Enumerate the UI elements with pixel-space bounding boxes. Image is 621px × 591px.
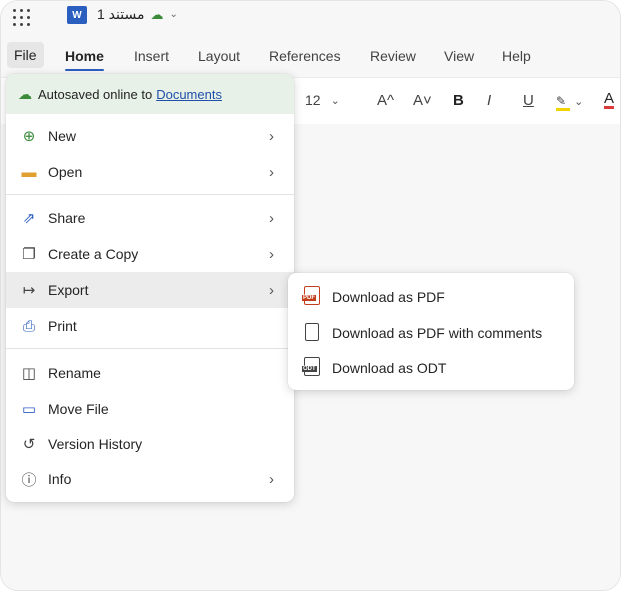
menu-item-create-copy[interactable]: ❐ Create a Copy › (6, 236, 294, 272)
menu-item-label: Rename (48, 365, 101, 381)
info-icon: ⓘ (21, 471, 37, 489)
menu-item-new[interactable]: ⊕ New › (6, 118, 294, 154)
submenu-item-label: Download as PDF with comments (332, 325, 543, 341)
tab-insert[interactable]: Insert (134, 48, 169, 64)
shrink-font-button[interactable]: A˅ (413, 92, 432, 109)
share-icon: ⇗ (22, 210, 36, 227)
menu-item-label: Share (48, 210, 86, 226)
chevron-right-icon: › (269, 281, 274, 299)
chevron-down-icon: ⌄ (169, 9, 178, 20)
font-size-value: 12 (305, 92, 321, 108)
menu-item-open[interactable]: ▬ Open › (6, 154, 294, 190)
chevron-right-icon: › (269, 470, 274, 488)
font-color-button[interactable]: A (604, 91, 615, 109)
document-name: مستند 1 (97, 6, 145, 22)
menu-item-label: Move File (48, 401, 109, 417)
app-launcher-icon[interactable] (13, 9, 31, 27)
documents-link[interactable]: Documents (156, 87, 222, 102)
pdf-comments-icon (302, 322, 322, 344)
file-menu: ☁ Autosaved online to Documents ⊕ New › … (6, 74, 294, 502)
export-submenu: Download as PDF Download as PDF with com… (288, 273, 574, 390)
download-odt-item[interactable]: Download as ODT (288, 350, 574, 386)
menu-item-label: Print (48, 318, 77, 334)
tab-review[interactable]: Review (370, 48, 416, 64)
word-logo-letter: W (72, 9, 82, 21)
chevron-right-icon: › (269, 209, 274, 227)
menu-item-label: Version History (48, 436, 143, 452)
menu-item-version-history[interactable]: ↺ Version History (6, 426, 294, 462)
menu-item-move-file[interactable]: ▭ Move File (6, 391, 294, 427)
menu-item-label: Create a Copy (48, 246, 139, 262)
autosave-status: ☁ Autosaved online to Documents (6, 74, 294, 114)
bold-button[interactable]: B (453, 92, 464, 109)
menu-bar: File Home Insert Layout References Revie… (1, 39, 620, 73)
copy-icon: ❐ (22, 246, 36, 263)
export-icon: ↦ (22, 282, 36, 299)
tab-layout[interactable]: Layout (198, 48, 240, 64)
cloud-check-icon: ☁ (150, 6, 164, 22)
menu-divider (6, 348, 294, 349)
download-pdf-comments-item[interactable]: Download as PDF with comments (288, 315, 574, 351)
underline-button[interactable]: U (523, 92, 534, 109)
title-bar: W مستند 1 ☁ ⌄ (1, 1, 620, 37)
document-title[interactable]: مستند 1 ☁ ⌄ (97, 6, 178, 23)
autosave-text: Autosaved online to (38, 86, 153, 102)
menu-item-label: Open (48, 164, 83, 180)
tab-view[interactable]: View (444, 48, 474, 64)
word-logo: W (67, 6, 87, 24)
tab-home[interactable]: Home (65, 48, 104, 71)
menu-item-label: Export (48, 282, 89, 298)
folder-icon: ▬ (21, 163, 37, 181)
italic-button[interactable]: I (487, 92, 491, 109)
odt-icon (302, 357, 322, 379)
menu-item-info[interactable]: ⓘ Info › (6, 461, 294, 497)
history-icon: ↺ (22, 436, 36, 453)
menu-item-rename[interactable]: ◫ Rename (6, 355, 294, 391)
menu-item-label: New (48, 128, 77, 144)
menu-item-export[interactable]: ↦ Export › (6, 272, 294, 308)
plus-circle-icon: ⊕ (22, 128, 36, 145)
tab-help[interactable]: Help (502, 48, 531, 64)
menu-item-print[interactable]: ⎙ Print (6, 308, 294, 344)
printer-icon: ⎙ (22, 317, 35, 335)
tab-file[interactable]: File (7, 42, 44, 68)
menu-divider (6, 194, 294, 195)
move-file-icon: ▭ (21, 401, 37, 418)
chevron-down-icon: ⌄ (330, 94, 340, 107)
tab-references[interactable]: References (269, 48, 341, 64)
submenu-item-label: Download as PDF (332, 289, 445, 305)
download-pdf-item[interactable]: Download as PDF (288, 279, 574, 315)
chevron-right-icon: › (269, 245, 274, 263)
grow-font-button[interactable]: A^ (377, 92, 394, 109)
chevron-right-icon: › (269, 163, 274, 181)
menu-item-share[interactable]: ⇗ Share › (6, 200, 294, 236)
pdf-icon (302, 286, 322, 308)
cloud-check-icon: ☁ (18, 85, 32, 102)
rename-icon: ◫ (21, 365, 37, 382)
highlight-icon[interactable]: ✎ ⌄ (556, 92, 583, 111)
submenu-item-label: Download as ODT (332, 360, 447, 376)
chevron-right-icon: › (269, 127, 274, 145)
font-size-select[interactable]: 12 ⌄ (301, 88, 344, 112)
menu-item-label: Info (48, 471, 72, 487)
